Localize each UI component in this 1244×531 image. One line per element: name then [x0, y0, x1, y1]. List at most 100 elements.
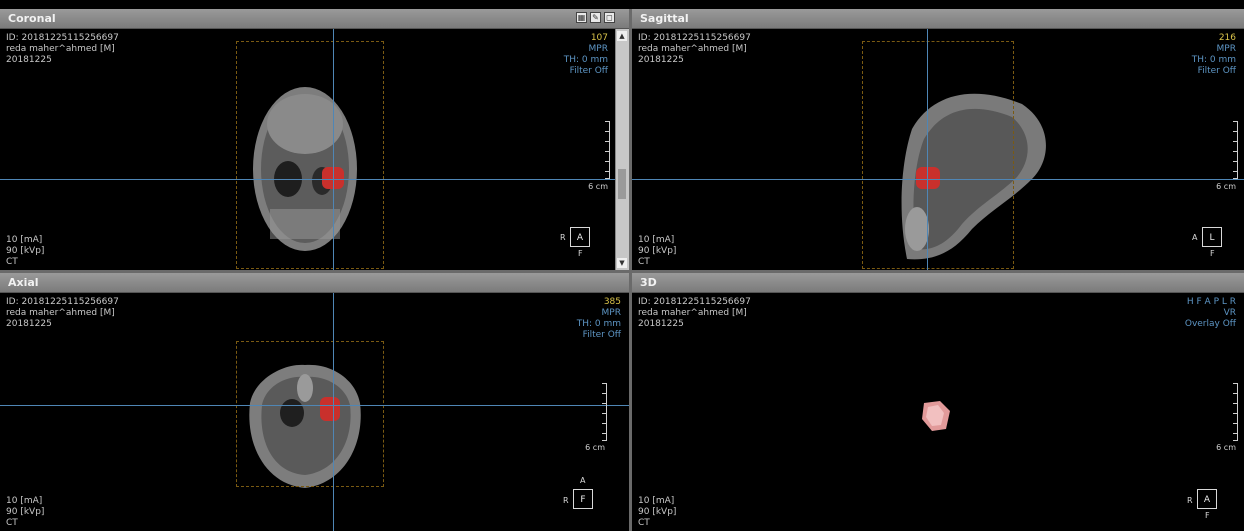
modality-label: CT: [6, 518, 18, 528]
ma-label: 10 [mA]: [638, 496, 675, 506]
modality-label: CT: [6, 257, 18, 267]
view3d-info-top-right: H F A P L R VR Overlay Off: [1185, 297, 1236, 330]
patient-id: ID: 20181225115256697: [6, 297, 119, 307]
view3d-orientation-cube[interactable]: A: [1197, 489, 1217, 509]
axial-pane[interactable]: Axial ID: 20181225115256697 reda maher^ah…: [0, 273, 629, 531]
patient-id: ID: 20181225115256697: [638, 33, 751, 43]
scroll-down-icon[interactable]: ▼: [617, 258, 627, 268]
coronal-titlebar: Coronal ▦ ✎ ◻: [0, 9, 629, 29]
coronal-toolbar: ▦ ✎ ◻: [576, 12, 615, 23]
kvp-label: 90 [kVp]: [638, 507, 677, 517]
view3d-titlebar: 3D: [632, 273, 1244, 293]
axial-orient-left: R: [563, 496, 569, 505]
axial-crosshair-horizontal[interactable]: [0, 405, 629, 406]
coronal-pane[interactable]: Coronal ▦ ✎ ◻ ID: 20181225115256697 reda …: [0, 9, 629, 270]
coronal-info-bottom-left: 10 [mA] 90 [kVp] CT: [6, 235, 44, 268]
scroll-up-icon[interactable]: ▲: [617, 31, 627, 41]
view3d-viewport[interactable]: ID: 20181225115256697 reda maher^ahmed [M…: [632, 293, 1244, 531]
coronal-viewport[interactable]: ID: 20181225115256697 reda maher^ahmed [M…: [0, 29, 616, 270]
layout-grid-icon[interactable]: ▦: [576, 12, 587, 23]
orientation-line: H F A P L R: [1186, 297, 1236, 307]
render-mode: VR: [1223, 308, 1236, 318]
study-date: 20181225: [638, 55, 684, 65]
scroll-thumb[interactable]: [618, 169, 626, 199]
sagittal-orient-left: A: [1192, 233, 1198, 242]
slice-number: 385: [603, 297, 621, 307]
axial-title: Axial: [8, 276, 39, 289]
view3d-info-top-left: ID: 20181225115256697 reda maher^ahmed [M…: [638, 297, 751, 330]
patient-name: reda maher^ahmed [M]: [6, 308, 115, 318]
slice-number: 107: [590, 33, 608, 43]
sagittal-viewport[interactable]: ID: 20181225115256697 reda maher^ahmed [M…: [632, 29, 1244, 270]
sagittal-bounding-box[interactable]: [862, 41, 1014, 269]
sagittal-orient-bottom: F: [1210, 249, 1215, 258]
coronal-scale-bar: [603, 121, 610, 179]
coronal-bounding-box[interactable]: [236, 41, 384, 269]
view3d-title: 3D: [640, 276, 657, 289]
tools-icon[interactable]: ✎: [590, 12, 601, 23]
axial-crosshair-vertical[interactable]: [333, 293, 334, 531]
coronal-orientation-cube[interactable]: A: [570, 227, 590, 247]
kvp-label: 90 [kVp]: [638, 246, 677, 256]
modality-label: CT: [638, 518, 650, 528]
study-date: 20181225: [6, 55, 52, 65]
sagittal-crosshair-horizontal[interactable]: [632, 179, 1244, 180]
coronal-scrollbar[interactable]: ▲ ▼: [615, 29, 629, 270]
axial-orient-top: A: [580, 476, 586, 485]
axial-bounding-box[interactable]: [236, 341, 384, 487]
coronal-crosshair-horizontal[interactable]: [0, 179, 616, 180]
coronal-orient-bottom: F: [578, 249, 583, 258]
sagittal-crosshair-vertical[interactable]: [927, 29, 928, 270]
filter-label: Filter Off: [569, 66, 608, 76]
sagittal-info-top-right: 216 MPR TH: 0 mm Filter Off: [1192, 33, 1236, 77]
coronal-scale-label: 6 cm: [588, 182, 608, 191]
patient-name: reda maher^ahmed [M]: [638, 44, 747, 54]
kvp-label: 90 [kVp]: [6, 246, 45, 256]
horizontal-splitter[interactable]: [0, 270, 1244, 273]
filter-label: Filter Off: [1197, 66, 1236, 76]
kvp-label: 90 [kVp]: [6, 507, 45, 517]
study-date: 20181225: [6, 319, 52, 329]
axial-scale-label: 6 cm: [585, 443, 605, 452]
patient-id: ID: 20181225115256697: [638, 297, 751, 307]
sagittal-title: Sagittal: [640, 12, 689, 25]
maximize-icon[interactable]: ◻: [604, 12, 615, 23]
overlay-label: Overlay Off: [1184, 319, 1236, 329]
axial-titlebar: Axial: [0, 273, 629, 293]
axial-viewport[interactable]: ID: 20181225115256697 reda maher^ahmed [M…: [0, 293, 629, 531]
slice-number: 216: [1218, 33, 1236, 43]
axial-roi-marker[interactable]: [320, 397, 340, 421]
sagittal-orientation-cube[interactable]: L: [1202, 227, 1222, 247]
view3d-scale-bar: [1231, 383, 1238, 441]
view3d-pane[interactable]: 3D ID: 20181225115256697 reda maher^ahmed…: [632, 273, 1244, 531]
coronal-crosshair-vertical[interactable]: [333, 29, 334, 270]
axial-orientation-cube[interactable]: F: [573, 489, 593, 509]
view3d-orient-bottom: F: [1205, 511, 1210, 520]
sagittal-scale-label: 6 cm: [1216, 182, 1236, 191]
sagittal-scale-bar: [1231, 121, 1238, 179]
thickness-label: TH: 0 mm: [563, 55, 608, 65]
filter-label: Filter Off: [582, 330, 621, 340]
thickness-label: TH: 0 mm: [576, 319, 621, 329]
sagittal-roi-marker[interactable]: [916, 167, 940, 189]
axial-info-top-right: 385 MPR TH: 0 mm Filter Off: [577, 297, 621, 341]
ma-label: 10 [mA]: [638, 235, 675, 245]
patient-name: reda maher^ahmed [M]: [638, 308, 747, 318]
sagittal-info-top-left: ID: 20181225115256697 reda maher^ahmed [M…: [638, 33, 751, 66]
coronal-info-top-left: ID: 20181225115256697 reda maher^ahmed [M…: [6, 33, 119, 66]
view3d-scale-label: 6 cm: [1216, 443, 1236, 452]
coronal-info-top-right: 107 MPR TH: 0 mm Filter Off: [564, 33, 608, 77]
axial-scale-bar: [600, 383, 607, 441]
mode-label: MPR: [601, 308, 621, 318]
coronal-orient-left: R: [560, 233, 566, 242]
mode-label: MPR: [588, 44, 608, 54]
ma-label: 10 [mA]: [6, 496, 43, 506]
axial-info-bottom-left: 10 [mA] 90 [kVp] CT: [6, 496, 44, 529]
thickness-label: TH: 0 mm: [1191, 55, 1236, 65]
view3d-orient-left: R: [1187, 496, 1193, 505]
patient-id: ID: 20181225115256697: [6, 33, 119, 43]
sagittal-titlebar: Sagittal: [632, 9, 1244, 29]
sagittal-info-bottom-left: 10 [mA] 90 [kVp] CT: [638, 235, 676, 268]
modality-label: CT: [638, 257, 650, 267]
sagittal-pane[interactable]: Sagittal ID: 20181225115256697 reda maher…: [632, 9, 1244, 270]
